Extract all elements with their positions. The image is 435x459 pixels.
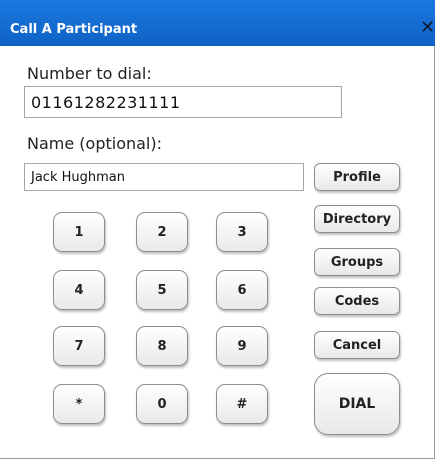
keypad-key-star[interactable]: * bbox=[53, 384, 105, 424]
name-optional-label: Name (optional): bbox=[27, 134, 163, 153]
keypad-key-1[interactable]: 1 bbox=[53, 212, 105, 252]
call-participant-dialog: Call A Participant ✕ Number to dial: 011… bbox=[0, 0, 435, 459]
cancel-button[interactable]: Cancel bbox=[314, 331, 400, 359]
name-input[interactable]: Jack Hughman bbox=[24, 163, 304, 191]
groups-button[interactable]: Groups bbox=[314, 248, 400, 276]
directory-button[interactable]: Directory bbox=[314, 205, 400, 233]
dialog-title: Call A Participant bbox=[10, 22, 138, 37]
close-icon[interactable]: ✕ bbox=[420, 17, 435, 38]
keypad-key-2[interactable]: 2 bbox=[136, 212, 188, 252]
dialog-titlebar: Call A Participant ✕ bbox=[0, 0, 435, 46]
keypad-key-3[interactable]: 3 bbox=[216, 212, 268, 252]
keypad-key-9[interactable]: 9 bbox=[216, 326, 268, 366]
keypad-key-8[interactable]: 8 bbox=[136, 326, 188, 366]
number-to-dial-input[interactable]: 01161282231111 bbox=[24, 86, 342, 118]
keypad-key-0[interactable]: 0 bbox=[136, 384, 188, 424]
dial-button[interactable]: DIAL bbox=[314, 373, 400, 435]
keypad-key-hash[interactable]: # bbox=[216, 384, 268, 424]
keypad-key-5[interactable]: 5 bbox=[136, 270, 188, 310]
profile-button[interactable]: Profile bbox=[314, 163, 400, 191]
keypad-key-7[interactable]: 7 bbox=[53, 326, 105, 366]
keypad-key-4[interactable]: 4 bbox=[53, 270, 105, 310]
codes-button[interactable]: Codes bbox=[314, 287, 400, 315]
number-to-dial-label: Number to dial: bbox=[27, 64, 152, 83]
keypad-key-6[interactable]: 6 bbox=[216, 270, 268, 310]
